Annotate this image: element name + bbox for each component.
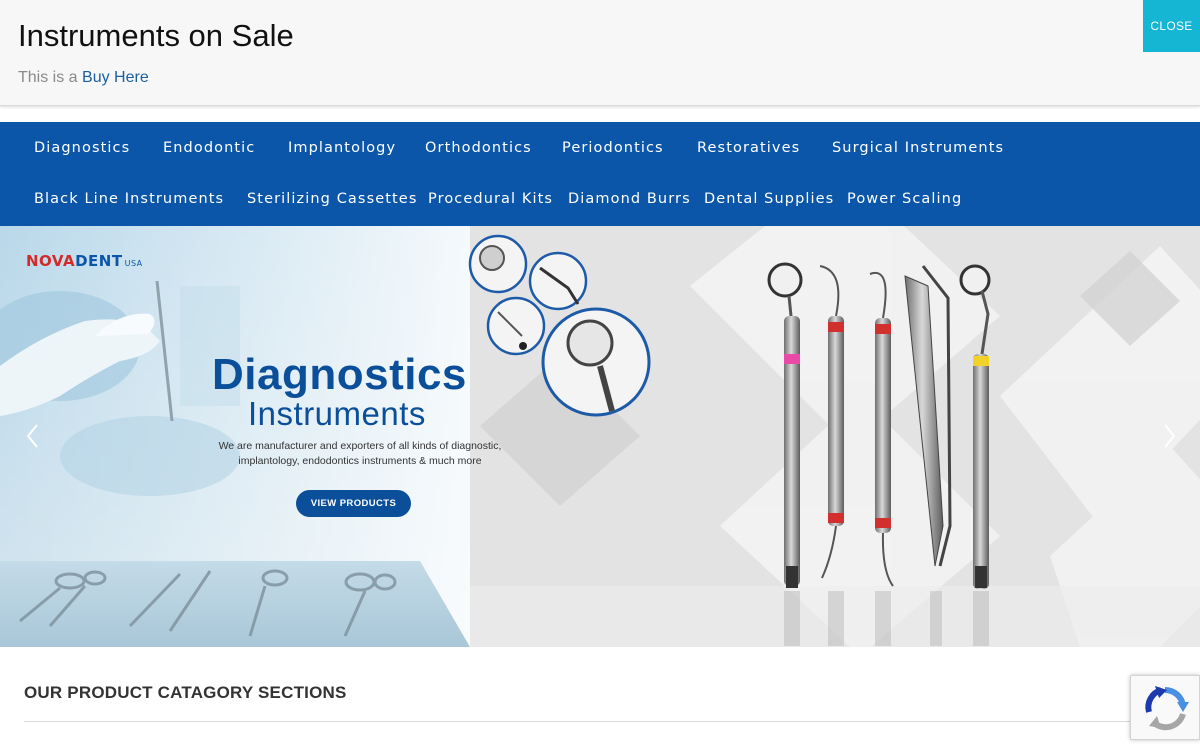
- nav-row-1: Diagnostics Endodontic Implantology Orth…: [0, 122, 1200, 173]
- hero-heading: Diagnostics: [212, 350, 467, 399]
- nav-item-surgical-instruments[interactable]: Surgical Instruments: [832, 122, 1004, 173]
- hero-description: We are manufacturer and exporters of all…: [205, 439, 515, 469]
- logo-suffix: USA: [124, 259, 143, 268]
- chevron-left-icon[interactable]: [22, 421, 44, 451]
- nav-item-periodontics[interactable]: Periodontics: [562, 122, 664, 173]
- section-title: OUR PRODUCT CATAGORY SECTIONS: [24, 683, 347, 702]
- nav-item-dental-supplies[interactable]: Dental Supplies: [704, 173, 834, 224]
- nav-item-black-line-instruments[interactable]: Black Line Instruments: [34, 173, 224, 224]
- promo-title: Instruments on Sale: [18, 18, 294, 53]
- promo-subtitle-text: This is a: [18, 69, 78, 86]
- hero-slider: NOVADENT USA Diagnostics Instruments We a…: [0, 226, 1200, 647]
- hero-description-line-2: implantology, endodontics instruments & …: [238, 455, 482, 467]
- novadent-logo: NOVADENT USA: [26, 252, 143, 270]
- promo-subtitle: This is a Buy Here: [18, 69, 149, 87]
- hero-subheading: Instruments: [248, 395, 426, 432]
- hero-description-line-1: We are manufacturer and exporters of all…: [218, 440, 502, 452]
- promo-bar: Instruments on Sale This is a Buy Here C…: [0, 0, 1200, 106]
- nav-row-2: Black Line Instruments Sterilizing Casse…: [0, 173, 1200, 224]
- logo-left-text: NOVA: [26, 252, 76, 270]
- nav-item-orthodontics[interactable]: Orthodontics: [425, 122, 532, 173]
- nav-item-power-scaling[interactable]: Power Scaling: [847, 173, 962, 224]
- recaptcha-icon: [1145, 686, 1189, 731]
- main-nav: Diagnostics Endodontic Implantology Orth…: [0, 122, 1200, 226]
- nav-item-implantology[interactable]: Implantology: [288, 122, 396, 173]
- nav-item-diamond-burrs[interactable]: Diamond Burrs: [568, 173, 691, 224]
- hero-background-image: [0, 226, 1200, 647]
- chevron-right-icon[interactable]: [1158, 421, 1180, 451]
- nav-item-diagnostics[interactable]: Diagnostics: [34, 122, 130, 173]
- nav-item-endodontic[interactable]: Endodontic: [163, 122, 255, 173]
- nav-item-restoratives[interactable]: Restoratives: [697, 122, 800, 173]
- close-button[interactable]: CLOSE: [1143, 0, 1200, 52]
- nav-item-sterilizing-cassettes[interactable]: Sterilizing Cassettes: [247, 173, 418, 224]
- logo-right-text: DENT: [75, 252, 123, 270]
- buy-here-link[interactable]: Buy Here: [82, 69, 149, 86]
- section-divider: [24, 721, 1154, 722]
- recaptcha-badge[interactable]: [1130, 675, 1200, 740]
- nav-item-procedural-kits[interactable]: Procedural Kits: [428, 173, 553, 224]
- view-products-button[interactable]: VIEW PRODUCTS: [296, 490, 411, 517]
